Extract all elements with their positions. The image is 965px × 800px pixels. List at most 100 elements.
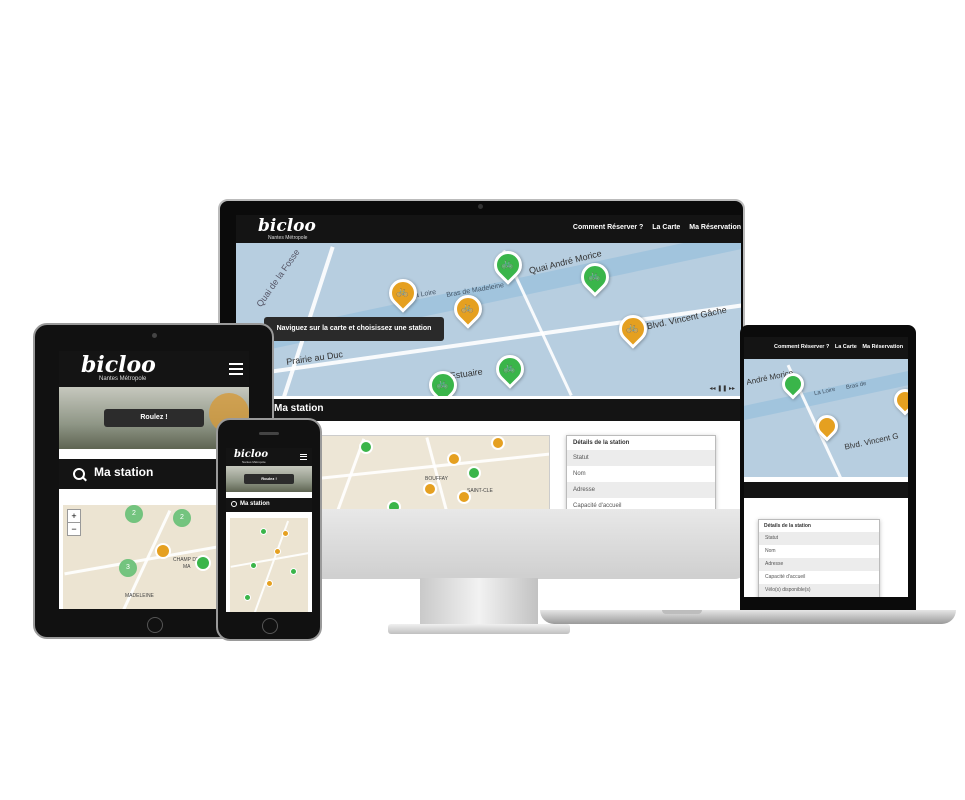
- desktop-station-details: Détails de la station Statut Nom Adresse…: [566, 435, 716, 509]
- laptop-header: Comment Réserver ? La Carte Ma Réservati…: [744, 337, 908, 359]
- station-marker-orange[interactable]: [155, 543, 171, 559]
- station-cluster[interactable]: 3: [119, 559, 137, 577]
- station-cluster[interactable]: 2: [173, 509, 191, 527]
- detail-row: Adresse: [567, 482, 715, 498]
- zoom-in-button[interactable]: +: [67, 509, 81, 523]
- station-title: Ma station: [94, 465, 154, 479]
- desktop-stand-base: [388, 624, 570, 634]
- tablet-logo[interactable]: bicloo Nantes Métropole: [81, 354, 156, 382]
- street-label: Blvd. Vincent Gâche: [645, 304, 728, 332]
- details-title: Détails de la station: [764, 523, 811, 529]
- tablet-camera: [152, 333, 157, 338]
- roulez-button[interactable]: Roulez !: [244, 474, 294, 484]
- map-label: MADELEINE: [125, 593, 154, 599]
- station-marker-green[interactable]: [260, 528, 267, 535]
- detail-row: Statut: [567, 450, 715, 466]
- station-cluster[interactable]: 2: [125, 505, 143, 523]
- hamburger-middle-line: [229, 368, 243, 370]
- desktop-stand-neck: [420, 578, 538, 626]
- laptop-map[interactable]: André Morice La Loire Bras de Blvd. Vinc…: [744, 359, 908, 477]
- station-marker-orange[interactable]: [491, 436, 505, 450]
- desktop-header: bicloo Nantes Métropole Comment Réserver…: [236, 215, 741, 243]
- laptop-station-details: Détails de la station Statut Nom Adresse…: [758, 519, 880, 597]
- station-marker-green[interactable]: [290, 568, 297, 575]
- street-label: Quai de la Fosse: [254, 247, 302, 309]
- nav-la-carte[interactable]: La Carte: [652, 224, 680, 231]
- phone-logo[interactable]: bicloo Nantes Métropole: [234, 449, 268, 464]
- station-marker-green[interactable]: 🚲: [490, 349, 530, 389]
- laptop-nav: Comment Réserver ? La Carte Ma Réservati…: [774, 344, 903, 350]
- station-marker-green[interactable]: [244, 594, 251, 601]
- station-marker-orange[interactable]: 🚲: [613, 309, 653, 349]
- station-marker-orange[interactable]: [889, 384, 908, 416]
- station-marker-green[interactable]: [467, 466, 481, 480]
- tablet-home-button[interactable]: [147, 617, 163, 633]
- logo-text: bicloo: [234, 449, 269, 460]
- phone-header: bicloo Nantes Métropole: [226, 448, 312, 466]
- hamburger-menu-icon[interactable]: [229, 363, 243, 375]
- detail-row: Capacité d'accueil: [573, 503, 622, 509]
- laptop: Comment Réserver ? La Carte Ma Réservati…: [540, 325, 956, 635]
- phone-home-button[interactable]: [262, 618, 278, 634]
- detail-row: Adresse: [759, 558, 879, 571]
- phone-station-map[interactable]: [230, 518, 308, 612]
- hamburger-middle-line: [300, 456, 307, 457]
- zoom-out-button[interactable]: −: [67, 522, 81, 536]
- map-instruction-overlay: Naviguez sur la carte et choisissez une …: [264, 317, 444, 341]
- hamburger-menu-icon[interactable]: [300, 454, 307, 460]
- search-icon-handle: [82, 476, 87, 482]
- logo-subtitle: Nantes Métropole: [242, 460, 266, 464]
- station-marker-green[interactable]: [387, 500, 401, 509]
- nav-ma-reservation[interactable]: Ma Réservation: [689, 224, 741, 231]
- station-title: Ma station: [240, 501, 270, 507]
- laptop-base: [540, 610, 956, 624]
- nav-comment-reserver[interactable]: Comment Réserver ?: [774, 344, 829, 350]
- nav-ma-reservation[interactable]: Ma Réservation: [862, 344, 903, 350]
- station-marker-orange[interactable]: [282, 530, 289, 537]
- phone: bicloo Nantes Métropole Roulez ! Ma stat…: [216, 418, 322, 641]
- station-marker-orange[interactable]: [811, 410, 843, 442]
- desktop-station-map[interactable]: BOUFFAY SAINT-CLE: [286, 435, 550, 509]
- station-marker-orange[interactable]: [457, 490, 471, 504]
- prev-control[interactable]: ◂◂: [710, 386, 716, 392]
- pause-control[interactable]: ❚❚: [717, 386, 727, 392]
- phone-station-header: Ma station: [226, 498, 312, 512]
- station-marker-orange[interactable]: [274, 548, 281, 555]
- desktop-nav: Comment Réserver ? La Carte Ma Réservati…: [573, 224, 741, 231]
- slider-controls: ◂◂ ❚❚ ▸▸: [710, 385, 735, 392]
- map-label: SAINT-CLE: [467, 488, 493, 494]
- laptop-trackpad-notch: [662, 610, 702, 614]
- map-road: [425, 437, 452, 509]
- detail-row: Nom: [573, 471, 586, 477]
- next-control[interactable]: ▸▸: [729, 386, 735, 392]
- map-road: [287, 451, 549, 484]
- station-title: Ma station: [274, 403, 324, 414]
- desktop-logo[interactable]: bicloo Nantes Métropole: [258, 216, 316, 242]
- phone-banner: Roulez !: [226, 466, 312, 492]
- station-marker-orange[interactable]: [447, 452, 461, 466]
- map-label: MA: [183, 564, 191, 570]
- station-marker-green[interactable]: [250, 562, 257, 569]
- station-marker-orange[interactable]: [266, 580, 273, 587]
- detail-row: Statut: [759, 532, 879, 545]
- laptop-screen: Comment Réserver ? La Carte Ma Réservati…: [744, 337, 908, 597]
- details-title: Détails de la station: [573, 440, 630, 446]
- logo-text: bicloo: [258, 216, 316, 236]
- desktop-camera: [478, 204, 483, 209]
- phone-screen: bicloo Nantes Métropole Roulez ! Ma stat…: [226, 448, 312, 612]
- search-icon[interactable]: [231, 501, 237, 507]
- nav-comment-reserver[interactable]: Comment Réserver ?: [573, 224, 643, 231]
- detail-row: Capacité d'accueil: [765, 574, 806, 580]
- station-marker-green[interactable]: [195, 555, 211, 571]
- logo-text: bicloo: [81, 352, 156, 378]
- desktop-map[interactable]: Quai de la Fosse Quai André Morice La Lo…: [236, 243, 741, 396]
- station-marker-green[interactable]: [359, 440, 373, 454]
- station-marker-orange[interactable]: [423, 482, 437, 496]
- laptop-station-header: [744, 482, 908, 498]
- tablet-header: bicloo Nantes Métropole: [59, 351, 249, 387]
- detail-row: Vélo(s) disponible(s): [759, 584, 879, 597]
- nav-la-carte[interactable]: La Carte: [835, 344, 857, 350]
- detail-row: Nom: [765, 548, 776, 554]
- map-road: [230, 550, 308, 568]
- roulez-button[interactable]: Roulez !: [104, 409, 204, 427]
